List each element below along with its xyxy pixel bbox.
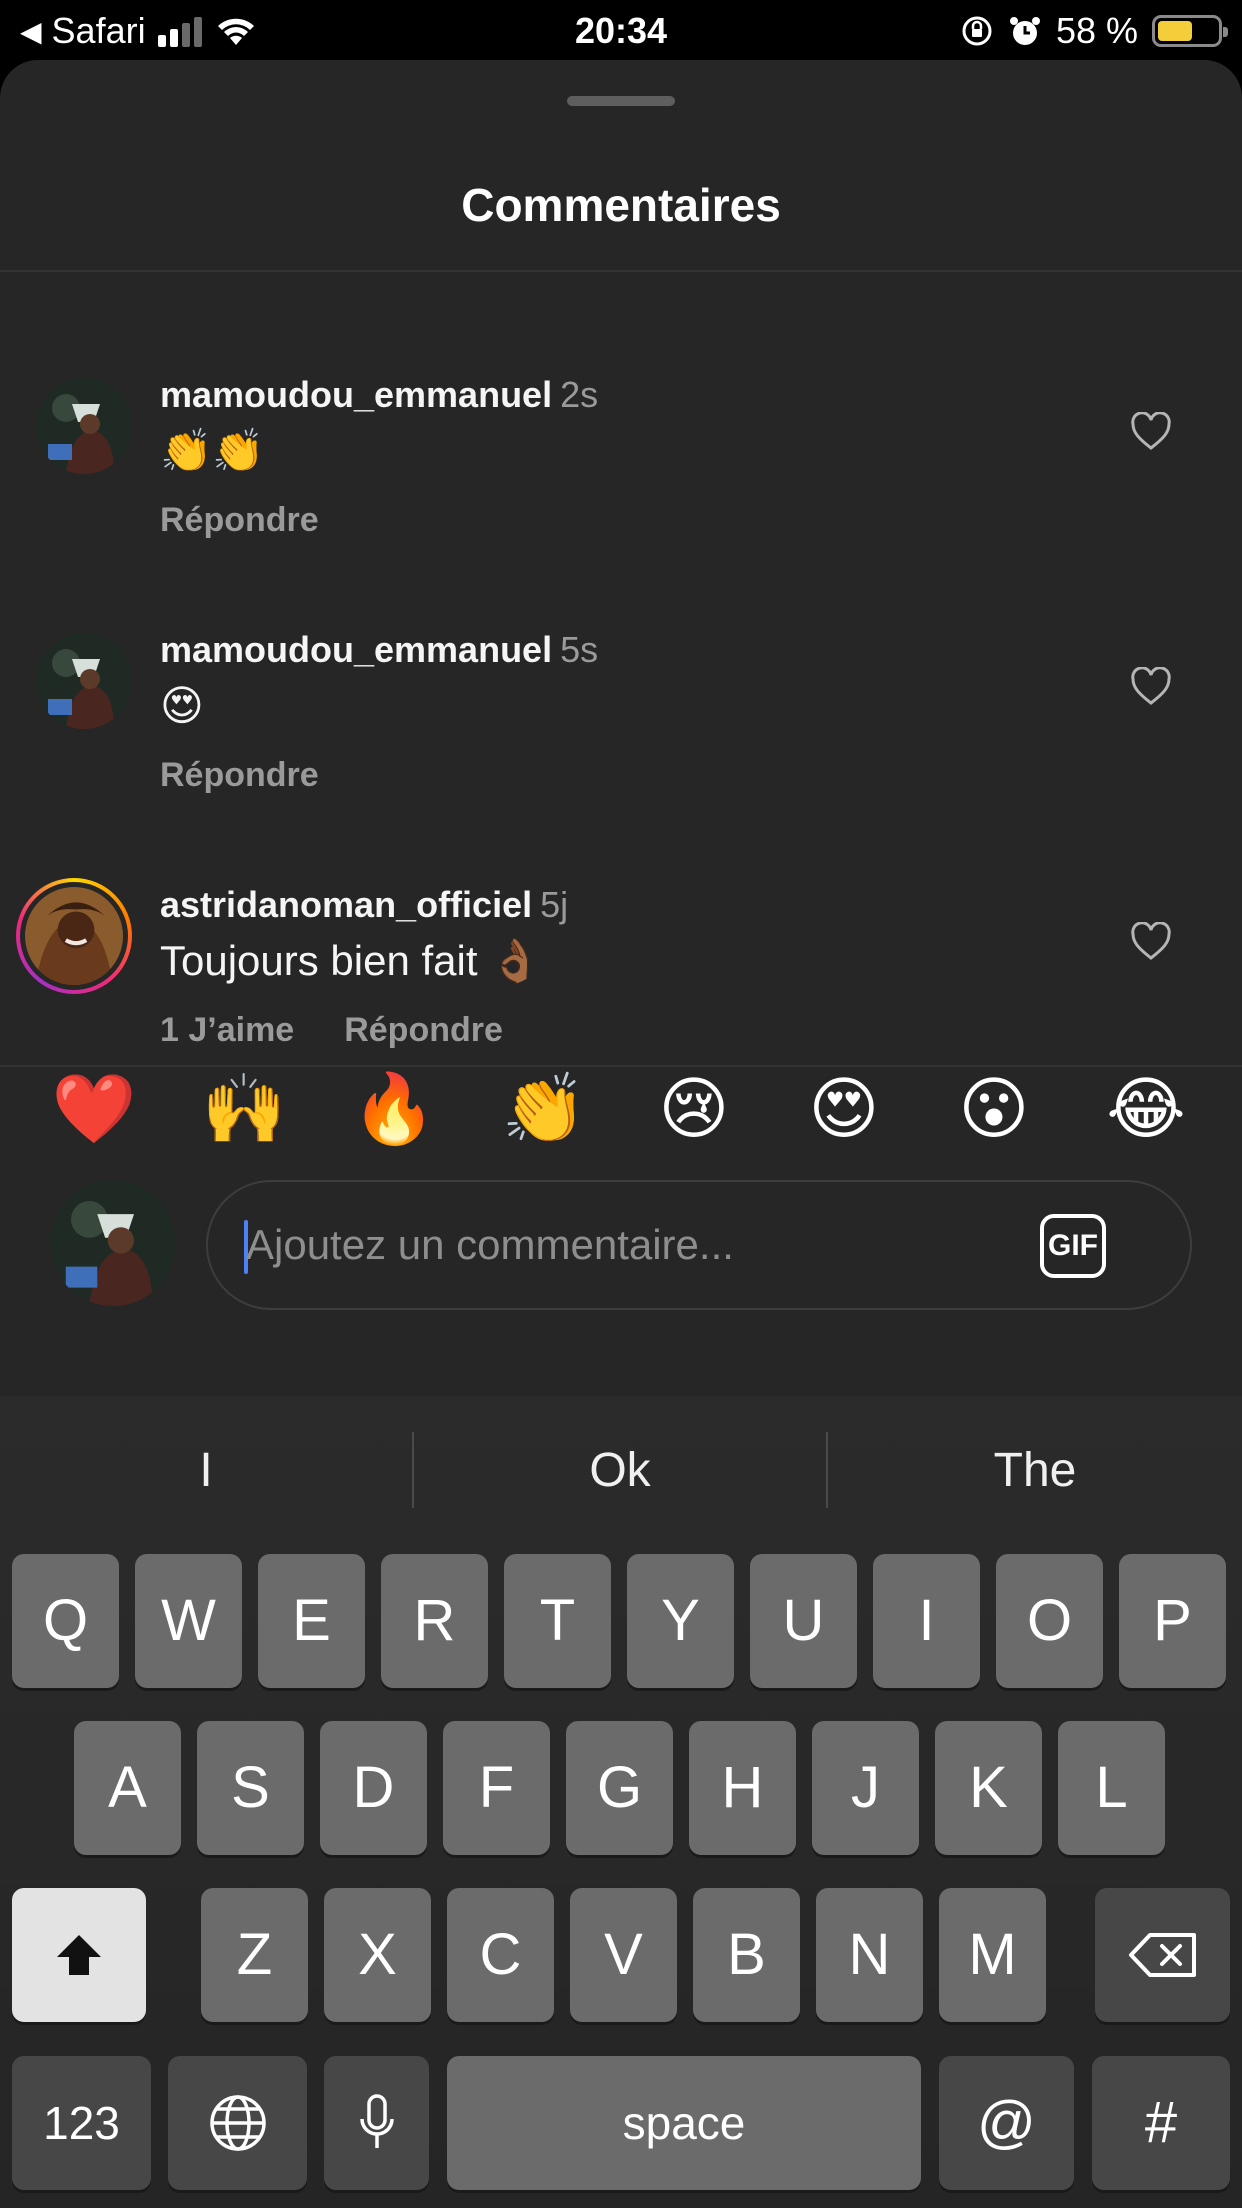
comment-time: 2s <box>560 374 599 415</box>
predictive-suggestions-bar: I Ok The <box>0 1396 1242 1546</box>
dictation-key[interactable] <box>324 2056 429 2190</box>
comment-header: astridanoman_officiel 5j <box>160 883 568 927</box>
avatar-image <box>25 887 123 985</box>
comment-username[interactable]: astridanoman_officiel <box>160 884 532 925</box>
key-f[interactable]: F <box>443 1721 550 1855</box>
key-o[interactable]: O <box>996 1554 1103 1688</box>
space-key[interactable]: space <box>447 2056 921 2190</box>
comment-actions: 1 J’aime Répondre <box>160 1008 503 1052</box>
reaction-laughing[interactable]: 😂 <box>1098 1062 1194 1158</box>
numbers-key[interactable]: 123 <box>12 2056 151 2190</box>
battery-icon <box>1152 15 1228 47</box>
comment-username[interactable]: mamoudou_emmanuel <box>160 629 552 670</box>
key-x[interactable]: X <box>324 1888 431 2022</box>
key-y[interactable]: Y <box>627 1554 734 1688</box>
comment-text: Toujours bien fait 👌🏾 <box>160 937 542 984</box>
globe-icon <box>209 2095 266 2151</box>
key-a[interactable]: A <box>74 1721 181 1855</box>
comment-time: 5j <box>540 884 569 925</box>
like-heart-icon[interactable] <box>1130 667 1172 707</box>
comment-item: astridanoman_officiel 5j Toujours bien fa… <box>0 810 1242 1049</box>
reaction-heart[interactable]: ❤️ <box>46 1062 142 1158</box>
quick-reactions-bar: ❤️ 🙌 🔥 👏 😢 😍 😮 😂 <box>0 1062 1242 1158</box>
key-l[interactable]: L <box>1058 1721 1165 1855</box>
backspace-icon <box>1128 1933 1196 1977</box>
key-s[interactable]: S <box>197 1721 304 1855</box>
key-z[interactable]: Z <box>201 1888 308 2022</box>
key-c[interactable]: C <box>447 1888 554 2022</box>
reaction-heart-eyes[interactable]: 😍 <box>796 1062 892 1158</box>
comment-actions: Répondre <box>160 753 319 797</box>
globe-key[interactable] <box>168 2056 307 2190</box>
reply-button[interactable]: Répondre <box>160 501 319 539</box>
reaction-crying[interactable]: 😢 <box>646 1062 742 1158</box>
key-u[interactable]: U <box>750 1554 857 1688</box>
microphone-icon <box>359 2094 394 2148</box>
key-j[interactable]: J <box>812 1721 919 1855</box>
comment-actions: Répondre <box>160 498 319 542</box>
reply-button[interactable]: Répondre <box>160 756 319 794</box>
at-key[interactable]: @ <box>939 2056 1074 2190</box>
sheet-grabber-handle[interactable] <box>567 96 675 106</box>
orientation-lock-icon <box>962 16 992 46</box>
key-p[interactable]: P <box>1119 1554 1226 1688</box>
like-heart-icon[interactable] <box>1130 922 1172 962</box>
my-avatar <box>50 1180 176 1306</box>
avatar[interactable] <box>36 378 132 474</box>
comment-item: mamoudou_emmanuel 5s 😍 Répondre <box>0 555 1242 794</box>
avatar[interactable] <box>36 633 132 729</box>
comment-text: 👏👏 <box>160 426 265 475</box>
like-heart-icon[interactable] <box>1130 412 1172 452</box>
key-m[interactable]: M <box>939 1888 1046 2022</box>
key-k[interactable]: K <box>935 1721 1042 1855</box>
delete-key[interactable] <box>1095 1888 1230 2022</box>
comment-header: mamoudou_emmanuel 2s <box>160 373 598 417</box>
key-g[interactable]: G <box>566 1721 673 1855</box>
avatar-image <box>36 633 132 729</box>
comment-time: 5s <box>560 629 599 670</box>
suggestion-2[interactable]: Ok <box>414 1396 826 1546</box>
reaction-fire[interactable]: 🔥 <box>346 1062 442 1158</box>
reaction-raising-hands[interactable]: 🙌 <box>196 1062 292 1158</box>
keyboard: I Ok The Q W E R T Y U I O P A S D F G H… <box>0 1396 1242 2208</box>
comment-text: 😍 <box>160 681 204 730</box>
reaction-surprised[interactable]: 😮 <box>946 1062 1042 1158</box>
alarm-icon <box>1009 17 1040 45</box>
comment-input-placeholder[interactable]: Ajoutez un commentaire... <box>246 1182 734 1308</box>
gif-button[interactable]: GIF <box>1040 1214 1106 1278</box>
key-n[interactable]: N <box>816 1888 923 2022</box>
battery-level-fill <box>1158 21 1192 41</box>
key-h[interactable]: H <box>689 1721 796 1855</box>
key-t[interactable]: T <box>504 1554 611 1688</box>
key-b[interactable]: B <box>693 1888 800 2022</box>
comment-input[interactable]: Ajoutez un commentaire... GIF <box>206 1180 1192 1310</box>
comment-username[interactable]: mamoudou_emmanuel <box>160 374 552 415</box>
story-ring-avatar[interactable] <box>16 878 132 994</box>
divider <box>0 270 1242 272</box>
key-r[interactable]: R <box>381 1554 488 1688</box>
suggestion-3[interactable]: The <box>828 1396 1242 1546</box>
status-bar: ◀ Safari 20:34 58 % <box>0 0 1242 62</box>
key-e[interactable]: E <box>258 1554 365 1688</box>
reply-button[interactable]: Répondre <box>344 1011 503 1049</box>
comment-item: mamoudou_emmanuel 2s 👏👏 Répondre <box>0 300 1242 539</box>
comment-header: mamoudou_emmanuel 5s <box>160 628 598 672</box>
likes-count-button[interactable]: 1 J’aime <box>160 1011 294 1049</box>
suggestion-1[interactable]: I <box>0 1396 412 1546</box>
battery-percentage: 58 % <box>1055 10 1138 51</box>
status-right: 58 % <box>960 8 1228 54</box>
hash-key[interactable]: # <box>1092 2056 1230 2190</box>
avatar-image <box>50 1180 176 1306</box>
shift-arrow-icon <box>57 1935 101 1975</box>
key-i[interactable]: I <box>873 1554 980 1688</box>
shift-key[interactable] <box>12 1888 146 2022</box>
key-d[interactable]: D <box>320 1721 427 1855</box>
key-q[interactable]: Q <box>12 1554 119 1688</box>
key-v[interactable]: V <box>570 1888 677 2022</box>
sheet-title: Commentaires <box>461 179 781 231</box>
avatar-image <box>36 378 132 474</box>
reaction-clapping[interactable]: 👏 <box>496 1062 592 1158</box>
key-w[interactable]: W <box>135 1554 242 1688</box>
